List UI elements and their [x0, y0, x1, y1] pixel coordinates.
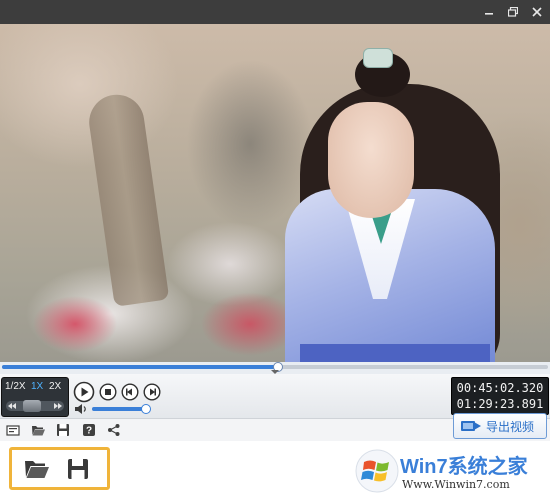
title-bar: [0, 0, 550, 24]
volume-icon: [75, 404, 86, 414]
help-icon: ?: [83, 424, 95, 437]
windows-logo-icon: [355, 449, 399, 493]
seek-progress: [2, 365, 277, 369]
watermark-url: Www.Winwin7.com: [402, 478, 510, 491]
highlight-callout: [9, 447, 110, 490]
volume-knob[interactable]: [141, 404, 152, 414]
open-folder-icon: [31, 425, 45, 435]
speed-half[interactable]: 1/2X: [5, 381, 26, 392]
export-video-button[interactable]: 导出视频: [453, 413, 547, 439]
share-button[interactable]: [106, 422, 122, 438]
next-frame-button[interactable]: [143, 383, 161, 401]
seek-bar[interactable]: [0, 362, 550, 374]
restore-button[interactable]: [502, 3, 524, 21]
mute-button[interactable]: [74, 403, 88, 415]
watermark-title: Win7系统之家: [400, 456, 528, 478]
export-video-label: 导出视频: [486, 419, 535, 434]
volume-level: [92, 407, 146, 411]
jade-ornament: [363, 48, 393, 68]
stop-icon: [99, 383, 117, 401]
minimize-button[interactable]: [478, 3, 500, 21]
forward-small-icon[interactable]: [54, 403, 62, 409]
time-display: 00:45:02.320 01:29:23.891: [451, 377, 549, 415]
current-time: 00:45:02.320: [456, 381, 544, 395]
stop-button[interactable]: [99, 383, 117, 401]
restore-icon: [508, 7, 518, 17]
open-folder-button[interactable]: [30, 422, 46, 438]
share-icon: [108, 424, 120, 436]
rewind-small-icon[interactable]: [8, 403, 16, 409]
robe-belt: [300, 344, 490, 362]
export-icon: [461, 421, 481, 431]
speed-normal[interactable]: 1X: [31, 381, 43, 392]
save-button[interactable]: [55, 422, 71, 438]
speed-selector: 1/2X 1X 2X: [1, 377, 69, 417]
screenshot-icon: [6, 425, 20, 436]
speed-slider-knob[interactable]: [23, 400, 41, 412]
previous-frame-button[interactable]: [121, 383, 139, 401]
help-button[interactable]: ?: [81, 422, 97, 438]
save-icon: [57, 424, 69, 436]
play-button[interactable]: [73, 381, 95, 403]
open-folder-icon: [25, 461, 49, 478]
video-preview[interactable]: [0, 24, 550, 362]
control-panel: 1/2X 1X 2X 00:45:02.320 01:29:23.891: [0, 374, 550, 418]
save-icon: [68, 459, 88, 479]
screenshot-button[interactable]: [5, 422, 21, 438]
speed-double[interactable]: 2X: [49, 381, 61, 392]
minimize-icon: [485, 13, 493, 15]
figure-face: [328, 102, 414, 218]
close-button[interactable]: [526, 3, 548, 21]
callout-save-button[interactable]: [65, 457, 91, 481]
next-frame-icon: [143, 383, 161, 401]
previous-frame-icon: [121, 383, 139, 401]
watermark: Win7系统之家 Www.Winwin7.com: [352, 446, 548, 496]
callout-open-folder-button[interactable]: [24, 457, 50, 481]
total-time: 01:29:23.891: [456, 397, 544, 411]
close-icon: [532, 7, 542, 17]
background-tree: [85, 91, 170, 307]
play-icon: [73, 381, 95, 403]
svg-text:?: ?: [86, 426, 92, 437]
